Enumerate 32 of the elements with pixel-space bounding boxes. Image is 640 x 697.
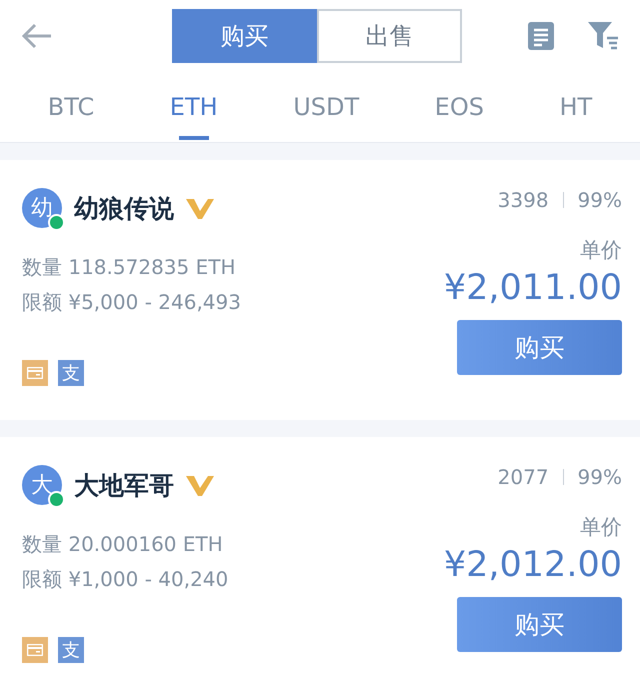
unit-price: ¥2,011.00 (444, 268, 622, 308)
limit-text: 限额 ¥5,000 - 246,493 (22, 289, 241, 316)
completion-rate: 99% (578, 465, 622, 489)
alipay-badge: 支 (58, 360, 84, 386)
alipay-badge: 支 (58, 637, 84, 663)
document-icon[interactable] (528, 22, 554, 50)
filter-icon[interactable] (588, 22, 620, 50)
coin-tab[interactable]: HT (552, 72, 600, 142)
bank-card-icon (22, 637, 48, 663)
limit-text: 限额 ¥1,000 - 40,240 (22, 566, 228, 593)
order-count: 3398 (498, 188, 549, 212)
mode-tab[interactable]: 购买 (172, 9, 317, 63)
quantity-text: 数量 118.572835 ETH (22, 254, 236, 281)
quantity-text: 数量 20.000160 ETH (22, 531, 224, 558)
coin-tab[interactable]: EOS (426, 72, 492, 142)
avatar: 幼 (22, 188, 62, 228)
merchant-name: 幼狼传说 (74, 192, 174, 224)
coin-tab[interactable]: ETH (162, 72, 226, 142)
coin-tab[interactable]: BTC (40, 72, 102, 142)
avatar: 大 (22, 465, 62, 505)
bank-card-icon (22, 360, 48, 386)
price-label: 单价 (580, 237, 622, 264)
buy-button[interactable]: 购买 (457, 597, 622, 652)
completion-rate: 99% (578, 188, 622, 212)
mode-tab[interactable]: 出售 (317, 9, 462, 63)
unit-price: ¥2,012.00 (444, 545, 622, 585)
buy-button[interactable]: 购买 (457, 320, 622, 375)
price-label: 单价 (580, 514, 622, 541)
back-arrow-icon[interactable] (22, 23, 52, 49)
coin-tab[interactable]: USDT (285, 72, 368, 142)
order-count: 2077 (498, 465, 549, 489)
merchant-name: 大地军哥 (74, 470, 174, 502)
